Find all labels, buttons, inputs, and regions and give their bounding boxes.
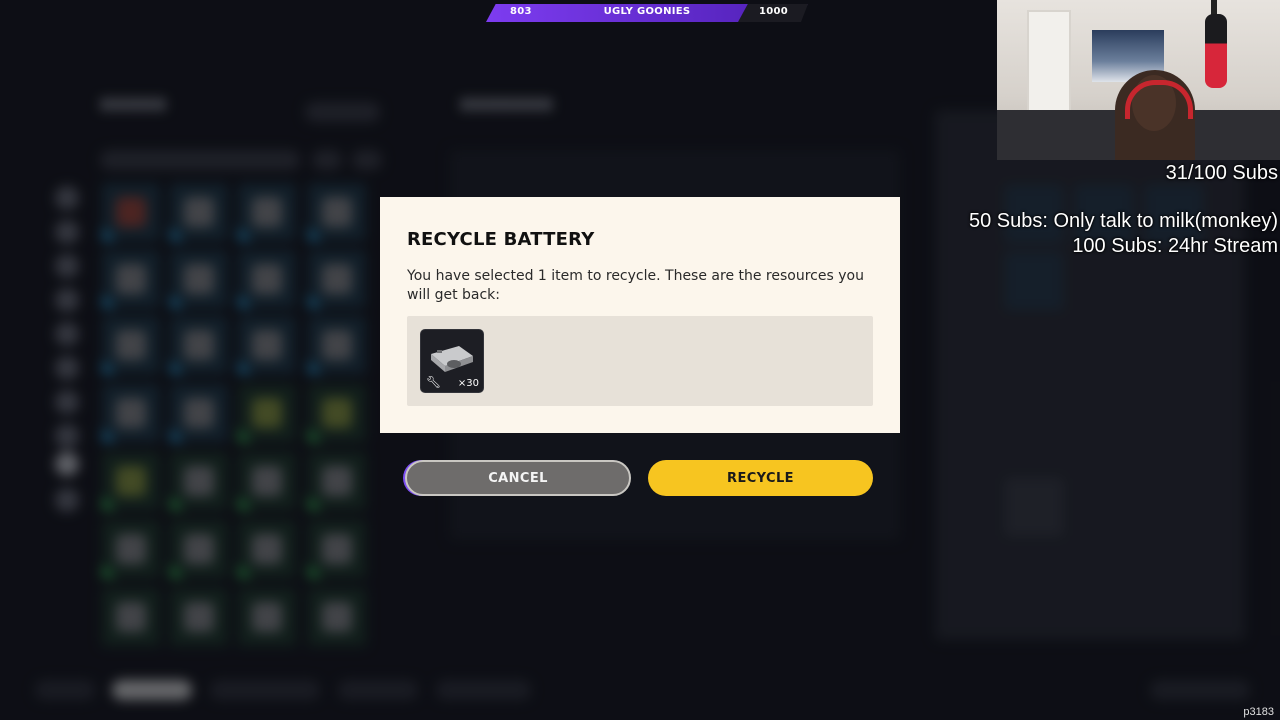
dialog-title: RECYCLE BATTERY — [407, 229, 595, 250]
sub-counter: 31/100 Subs — [1165, 162, 1278, 184]
sub-goal-100: 100 Subs: 24hr Stream — [1072, 235, 1278, 257]
resource-item: 🔧︎ ×30 — [420, 329, 484, 393]
wrench-icon: 🔧︎ — [426, 375, 442, 389]
watermark: p3183 — [1243, 706, 1274, 718]
recycle-button[interactable]: RECYCLE — [648, 460, 873, 496]
recycle-dialog: RECYCLE BATTERY You have selected 1 item… — [380, 197, 900, 433]
microphone-icon — [1205, 14, 1227, 88]
dialog-description: You have selected 1 item to recycle. The… — [407, 268, 864, 303]
cancel-button[interactable]: CANCEL — [405, 460, 631, 496]
webcam-feed — [997, 0, 1280, 160]
resource-quantity: ×30 — [457, 378, 479, 389]
match-score-bar: 803 UGLY GOONIES 1000 — [486, 4, 808, 22]
resource-list: 🔧︎ ×30 — [407, 316, 873, 406]
sub-goal-50: 50 Subs: Only talk to milk(monkey) — [969, 210, 1278, 232]
team-score-right: 1000 — [758, 6, 788, 17]
